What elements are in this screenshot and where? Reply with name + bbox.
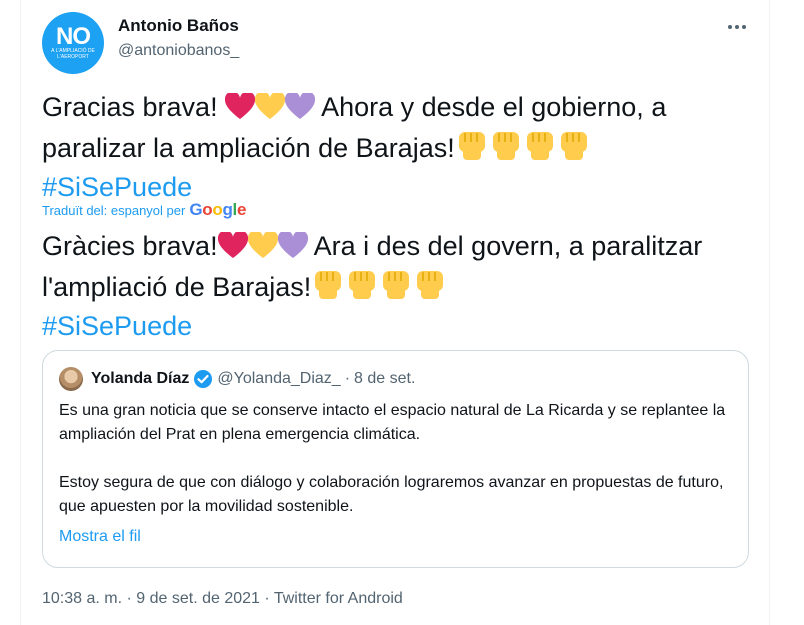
red-heart-icon (225, 91, 256, 129)
avatar-logo-text: NO (56, 23, 91, 50)
translation-attribution: Traduït del: espanyol per Google (42, 200, 246, 220)
raised-fist-icon (557, 129, 591, 170)
quoted-tweet-paragraph: Es una gran noticia que se conserve inta… (59, 402, 726, 443)
google-logo: Google (189, 200, 247, 219)
quoted-tweet-header: Yolanda Díaz @Yolanda_Diaz_ · 8 de set. (91, 369, 415, 389)
red-heart-icon (217, 230, 248, 268)
author-avatar[interactable]: NO A L'AMPLIACIÓ DE L'AEROPORT (42, 12, 104, 74)
yellow-heart-icon (255, 91, 286, 129)
author-handle[interactable]: @antoniobanos_ (118, 42, 239, 60)
tweet-translated-text: Gràcies brava! Ara i des del govern, a p… (42, 229, 762, 344)
tweet-text-segment: Gracias brava! (42, 92, 226, 122)
quoted-tweet-card[interactable]: Yolanda Díaz @Yolanda_Diaz_ · 8 de set. … (42, 350, 749, 568)
more-options-icon (728, 25, 746, 29)
raised-fist-icon (523, 129, 557, 170)
raised-fist-icon (455, 129, 489, 170)
quoted-author-handle[interactable]: @Yolanda_Diaz_ (217, 370, 340, 388)
raised-fist-icon (413, 268, 447, 309)
quoted-tweet-paragraph: Estoy segura de que con diálogo y colabo… (59, 474, 724, 515)
purple-heart-icon (285, 91, 316, 129)
translated-label: Traduït del: espanyol per (42, 202, 186, 218)
show-thread-link[interactable]: Mostra el fil (59, 528, 141, 546)
author-name[interactable]: Antonio Baños (118, 16, 239, 36)
raised-fist-icon (345, 268, 379, 309)
yellow-heart-icon (247, 230, 278, 268)
raised-fist-icon (311, 268, 345, 309)
raised-fist-icon (379, 268, 413, 309)
tweet-timestamp-meta[interactable]: 10:38 a. m. · 9 de set. de 2021 · Twitte… (42, 590, 403, 608)
tweet-original-text: Gracias brava! Ahora y desde el gobierno… (42, 90, 762, 205)
hashtag-link[interactable]: #SiSePuede (42, 311, 192, 341)
hashtag-link[interactable]: #SiSePuede (42, 172, 192, 202)
avatar-logo-subtext: A L'AMPLIACIÓ DE L'AEROPORT (51, 48, 95, 60)
quoted-author-avatar[interactable] (59, 367, 83, 391)
tweet-text-segment: Gràcies brava! (42, 231, 218, 261)
raised-fist-icon (489, 129, 523, 170)
quoted-tweet-date[interactable]: 8 de set. (354, 370, 415, 388)
purple-heart-icon (277, 230, 308, 268)
quoted-tweet-body: Es una gran noticia que se conserve inta… (59, 399, 734, 543)
more-options-button[interactable] (722, 12, 752, 42)
quoted-author-name[interactable]: Yolanda Díaz (91, 370, 189, 388)
meta-separator: · (344, 370, 351, 387)
verified-badge-icon (194, 370, 213, 388)
